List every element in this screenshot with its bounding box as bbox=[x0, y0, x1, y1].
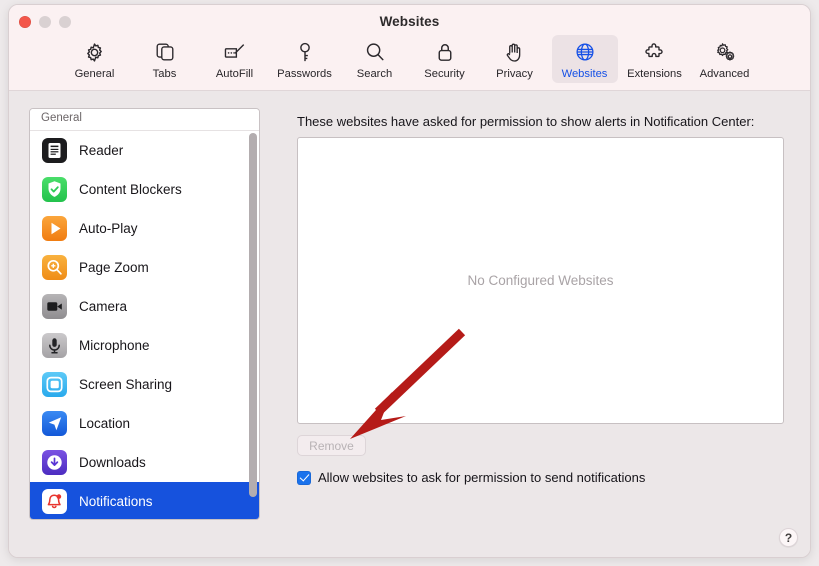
toolbar-label: Privacy bbox=[496, 68, 533, 80]
tabs-icon bbox=[154, 39, 176, 65]
toolbar-label: General bbox=[74, 68, 115, 80]
sidebar-item-page-zoom[interactable]: Page Zoom bbox=[30, 248, 259, 287]
sidebar-list: Reader Content Blockers Auto-Play Page Z… bbox=[30, 131, 259, 519]
remove-button[interactable]: Remove bbox=[297, 435, 366, 456]
puzzle-icon bbox=[643, 39, 666, 65]
gears-icon bbox=[713, 39, 737, 65]
sidebar-scrollbar[interactable] bbox=[249, 133, 257, 497]
sidebar-item-label: Location bbox=[79, 416, 131, 431]
toolbar-item-general[interactable]: General bbox=[62, 35, 128, 83]
sidebar-item-screen-sharing[interactable]: Screen Sharing bbox=[30, 365, 259, 404]
websites-category-sidebar: General Reader Content Blockers Auto-Pla… bbox=[29, 108, 260, 520]
toolbar-item-security[interactable]: Security bbox=[412, 35, 478, 83]
allow-notifications-label: Allow websites to ask for permission to … bbox=[318, 470, 646, 485]
reader-icon bbox=[42, 138, 67, 163]
notifications-settings-panel: These websites have asked for permission… bbox=[277, 97, 794, 521]
toolbar-label: Advanced bbox=[699, 68, 750, 80]
toolbar-item-privacy[interactable]: Privacy bbox=[482, 35, 548, 83]
toolbar-label: Tabs bbox=[152, 68, 177, 80]
toolbar-item-websites[interactable]: Websites bbox=[551, 35, 618, 83]
sidebar-item-label: Auto-Play bbox=[79, 221, 138, 236]
sidebar-item-microphone[interactable]: Microphone bbox=[30, 326, 259, 365]
screen-sharing-icon bbox=[42, 372, 67, 397]
toolbar-label: AutoFill bbox=[215, 68, 254, 80]
window-titlebar: Websites General Tabs AutoFill Passwords… bbox=[9, 5, 810, 91]
toolbar-label: Search bbox=[356, 68, 393, 80]
hand-icon bbox=[504, 39, 525, 65]
configured-websites-list[interactable]: No Configured Websites bbox=[297, 137, 784, 424]
preferences-toolbar: General Tabs AutoFill Passwords Search S… bbox=[9, 35, 810, 83]
sidebar-item-location[interactable]: Location bbox=[30, 404, 259, 443]
sidebar-item-notifications[interactable]: Notifications bbox=[30, 482, 259, 519]
download-icon bbox=[42, 450, 67, 475]
sidebar-item-camera[interactable]: Camera bbox=[30, 287, 259, 326]
toolbar-label: Websites bbox=[561, 68, 608, 80]
sidebar-item-label: Camera bbox=[79, 299, 128, 314]
sidebar-item-reader[interactable]: Reader bbox=[30, 131, 259, 170]
sidebar-item-label: Page Zoom bbox=[79, 260, 149, 275]
help-button[interactable]: ? bbox=[779, 528, 798, 547]
globe-icon bbox=[574, 39, 596, 65]
toolbar-item-tabs[interactable]: Tabs bbox=[132, 35, 198, 83]
sidebar-item-label: Reader bbox=[79, 143, 124, 158]
sidebar-item-content-blockers[interactable]: Content Blockers bbox=[30, 170, 259, 209]
shield-check-icon bbox=[42, 177, 67, 202]
location-arrow-icon bbox=[42, 411, 67, 436]
preferences-window: Websites General Tabs AutoFill Passwords… bbox=[8, 4, 811, 558]
gear-icon bbox=[83, 39, 106, 65]
screenshot-root: Websites General Tabs AutoFill Passwords… bbox=[0, 0, 819, 566]
sidebar-item-downloads[interactable]: Downloads bbox=[30, 443, 259, 482]
allow-notifications-row[interactable]: Allow websites to ask for permission to … bbox=[297, 470, 645, 485]
empty-state-message: No Configured Websites bbox=[467, 273, 614, 288]
play-icon bbox=[42, 216, 67, 241]
search-icon bbox=[364, 39, 386, 65]
toolbar-item-search[interactable]: Search bbox=[342, 35, 408, 83]
toolbar-label: Security bbox=[424, 68, 465, 80]
panel-description: These websites have asked for permission… bbox=[297, 114, 755, 129]
toolbar-label: Passwords bbox=[277, 68, 332, 80]
camera-icon bbox=[42, 294, 67, 319]
preferences-content: General Reader Content Blockers Auto-Pla… bbox=[9, 91, 810, 557]
sidebar-item-label: Notifications bbox=[79, 494, 153, 509]
lock-icon bbox=[435, 39, 455, 65]
sidebar-item-auto-play[interactable]: Auto-Play bbox=[30, 209, 259, 248]
toolbar-item-advanced[interactable]: Advanced bbox=[692, 35, 758, 83]
sidebar-item-label: Content Blockers bbox=[79, 182, 182, 197]
window-title: Websites bbox=[379, 14, 440, 29]
autofill-icon bbox=[223, 39, 247, 65]
toolbar-label: Extensions bbox=[627, 68, 682, 80]
zoom-magnifier-icon bbox=[42, 255, 67, 280]
sidebar-item-label: Microphone bbox=[79, 338, 150, 353]
sidebar-section-header: General bbox=[30, 109, 259, 131]
sidebar-item-label: Downloads bbox=[79, 455, 146, 470]
toolbar-item-autofill[interactable]: AutoFill bbox=[202, 35, 268, 83]
toolbar-item-passwords[interactable]: Passwords bbox=[272, 35, 338, 83]
allow-notifications-checkbox[interactable] bbox=[297, 470, 311, 485]
bell-icon bbox=[42, 489, 67, 514]
sidebar-item-label: Screen Sharing bbox=[79, 377, 173, 392]
toolbar-item-extensions[interactable]: Extensions bbox=[622, 35, 688, 83]
key-icon bbox=[295, 39, 315, 65]
microphone-icon bbox=[42, 333, 67, 358]
